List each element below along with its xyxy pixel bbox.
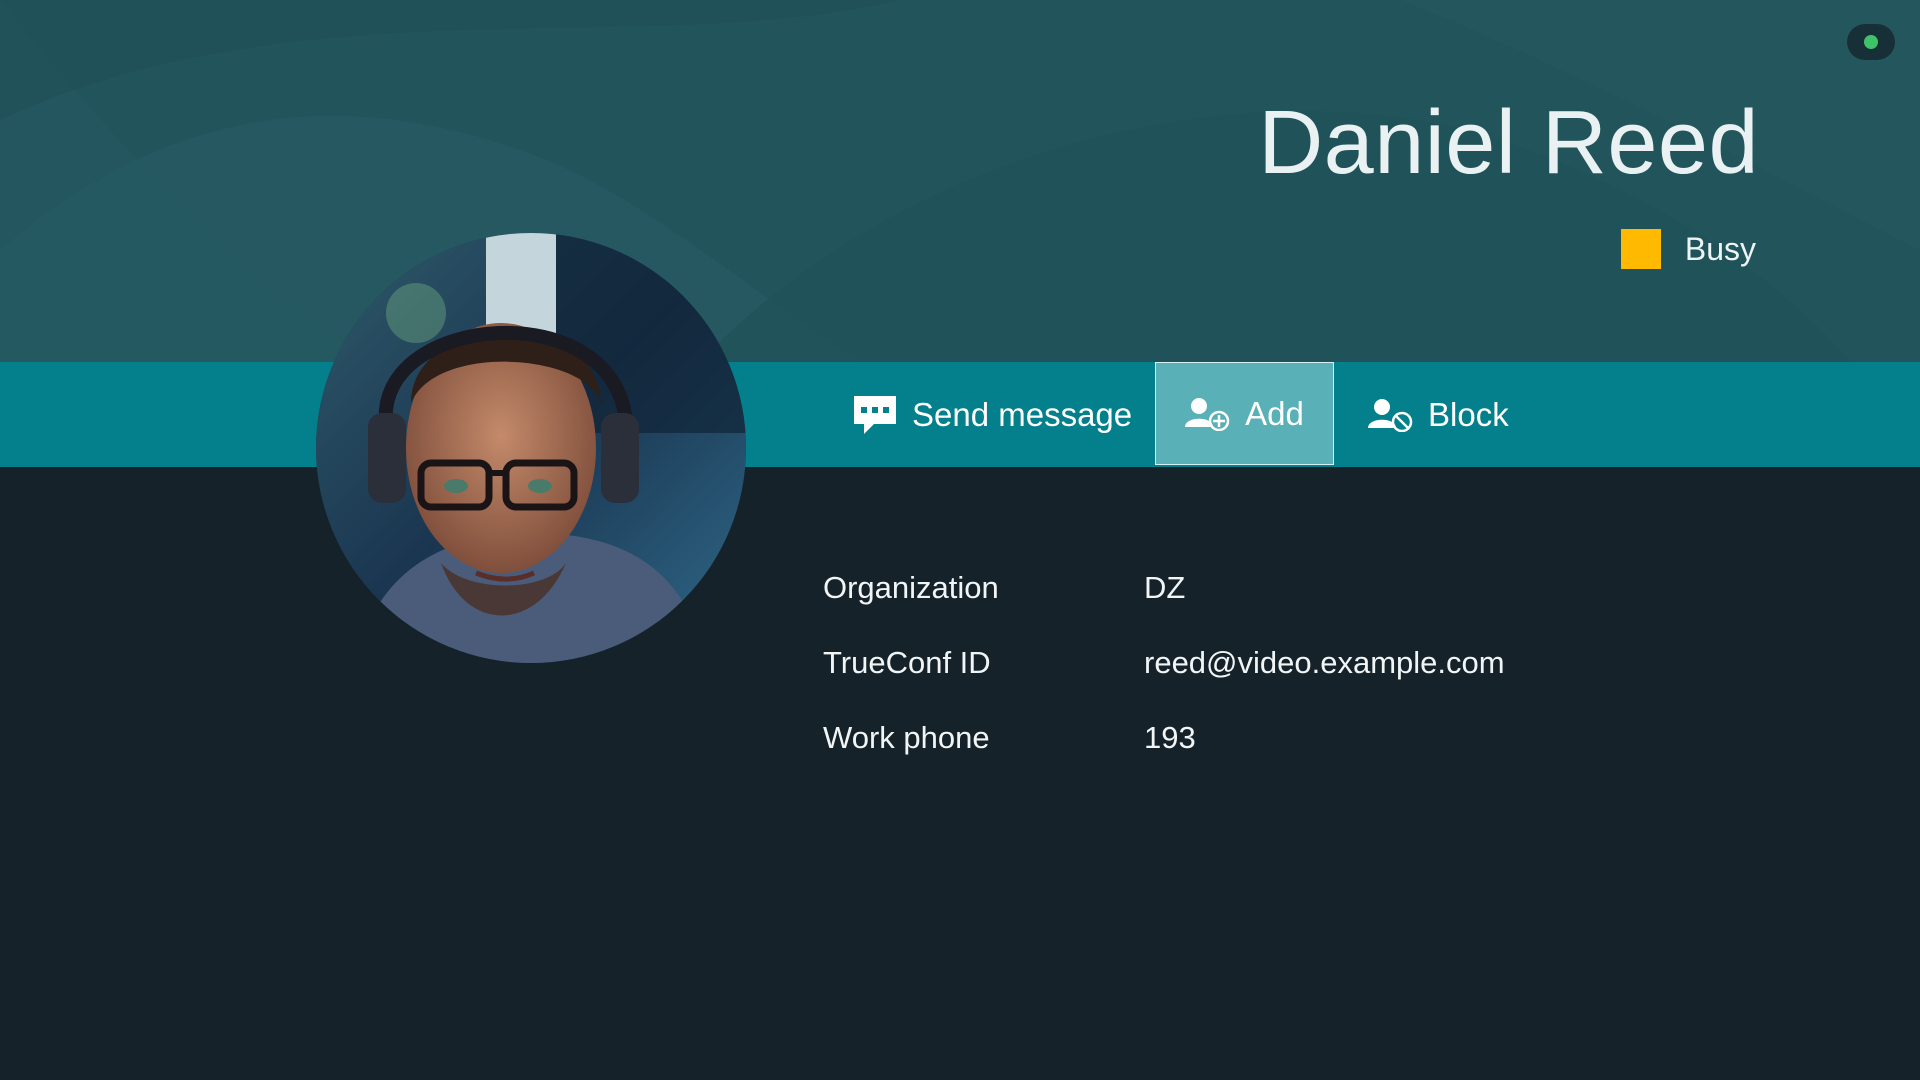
send-message-label: Send message [912,395,1133,433]
send-message-button[interactable]: Send message [852,362,1132,467]
busy-status-icon [1620,229,1661,269]
avatar-photo [316,233,746,663]
message-icon [852,394,898,436]
work-phone-value: 193 [1144,719,1196,755]
contact-details: Organization DZ TrueConf ID reed@video.e… [823,550,1505,775]
block-contact-button[interactable]: Block [1368,362,1509,467]
organization-value: DZ [1144,569,1186,605]
detail-row-work-phone: Work phone 193 [823,700,1505,775]
connection-status-toggle[interactable] [1847,24,1895,60]
connection-status-icon [1864,35,1878,49]
work-phone-label: Work phone [823,719,990,755]
trueconf-id-label: TrueConf ID [823,644,991,680]
add-contact-button[interactable]: Add [1155,362,1334,465]
add-label: Add [1245,394,1304,432]
profile-header: Daniel Reed Busy [0,0,1920,362]
organization-label: Organization [823,569,999,605]
detail-row-trueconf-id: TrueConf ID reed@video.example.com [823,625,1505,700]
presence-status: Busy [1620,228,1756,270]
trueconf-id-value: reed@video.example.com [1144,644,1505,680]
contact-name: Daniel Reed [1258,93,1759,193]
block-user-icon [1368,398,1414,432]
block-label: Block [1428,395,1509,433]
avatar [316,233,746,663]
status-label: Busy [1684,230,1756,267]
contact-profile-screen: Daniel Reed Busy Send message Add Block … [0,0,1920,1080]
detail-row-organization: Organization DZ [823,550,1505,625]
action-bar: Send message Add Block [0,362,1920,467]
add-user-icon [1185,397,1231,431]
